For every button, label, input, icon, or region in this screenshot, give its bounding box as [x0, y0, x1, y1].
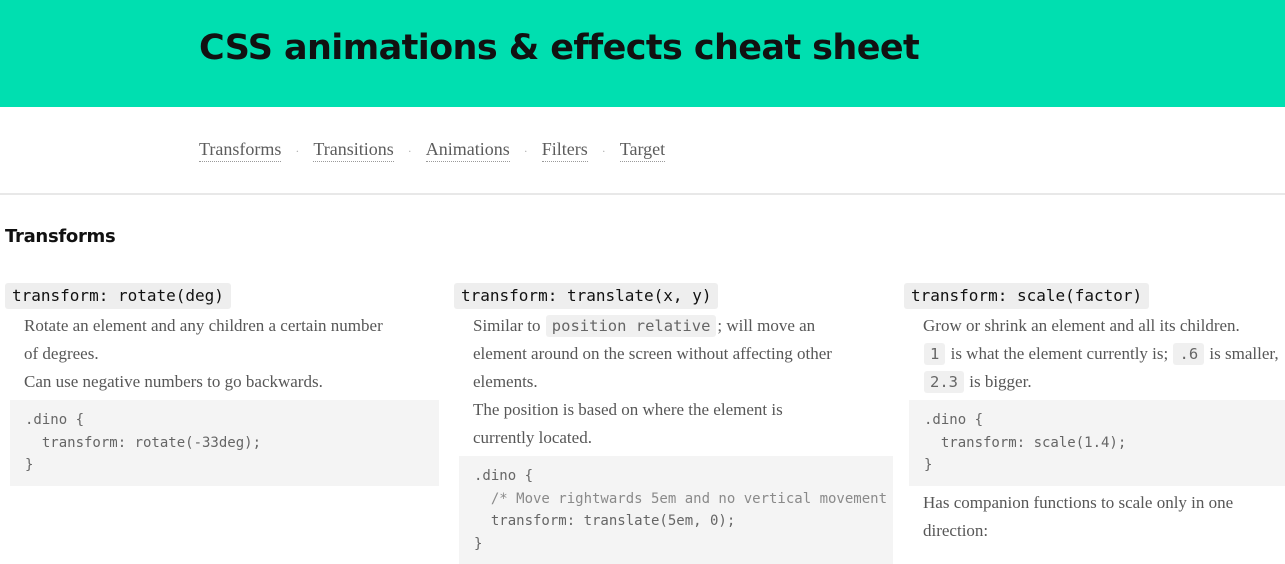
- section-nav: Transforms · Transitions · Animations · …: [0, 107, 1285, 195]
- nav-separator: ·: [295, 144, 300, 158]
- nav-link-transitions[interactable]: Transitions: [313, 139, 394, 162]
- nav-link-filters[interactable]: Filters: [541, 139, 588, 162]
- nav-list: Transforms · Transitions · Animations · …: [199, 139, 666, 162]
- translate-desc-line: element around on the screen without aff…: [473, 344, 832, 363]
- scale-companion-note: Has companion functions to scale only in…: [923, 489, 1285, 545]
- rotate-desc-line: Can use negative numbers to go backwards…: [24, 372, 323, 391]
- scale-desc-text: is bigger.: [969, 372, 1032, 391]
- code-line: .dino {: [924, 412, 984, 428]
- code-line: transform: scale(1.4);: [924, 434, 1127, 451]
- translate-desc-text: Similar to: [473, 316, 541, 335]
- value-06-code: .6: [1173, 343, 1205, 365]
- scale-description: Grow or shrink an element and all its ch…: [923, 312, 1285, 396]
- translate-code-block: .dino { /* Move rightwards 5em and no ve…: [459, 456, 893, 564]
- scale-note-line: Has companion functions to scale only in…: [923, 493, 1234, 512]
- code-comment: /* Move rightwards 5em and no vertical m…: [474, 490, 893, 507]
- code-line: transform: rotate(-33deg);: [25, 434, 262, 451]
- scale-signature: transform: scale(factor): [904, 283, 1150, 309]
- code-line: }: [25, 457, 34, 474]
- scale-code-block: .dino { transform: scale(1.4);}: [909, 400, 1285, 486]
- rotate-desc-line: of degrees.: [24, 344, 99, 363]
- nav-separator: ·: [601, 144, 606, 158]
- translate-desc-text: ; will move an: [717, 316, 816, 335]
- translate-desc-line: elements.: [473, 372, 538, 391]
- value-23-code: 2.3: [924, 371, 964, 393]
- code-line: .dino {: [25, 412, 85, 428]
- nav-link-transforms[interactable]: Transforms: [199, 139, 282, 162]
- scale-desc-line: 1 is what the element currently is; .6 i…: [923, 340, 1285, 368]
- rotate-description: Rotate an element and any children a cer…: [24, 312, 439, 396]
- translate-description: Similar to position relative; will move …: [473, 312, 889, 452]
- scale-desc-line: 2.3 is bigger.: [923, 368, 1285, 396]
- card-translate: transform: translate(x, y) Similar to po…: [454, 283, 893, 564]
- code-line: }: [474, 535, 483, 552]
- header-banner: CSS animations & effects cheat sheet: [0, 0, 1285, 107]
- section-title-transforms: Transforms: [5, 226, 116, 247]
- code-line: transform: translate(5em, 0);: [474, 513, 736, 530]
- nav-separator: ·: [523, 144, 528, 158]
- nav-separator: ·: [407, 144, 412, 158]
- rotate-desc-line: Rotate an element and any children a cer…: [24, 316, 383, 335]
- scale-desc-text: is what the element currently is;: [950, 344, 1169, 363]
- page-title: CSS animations & effects cheat sheet: [199, 28, 920, 68]
- nav-link-target[interactable]: Target: [619, 139, 666, 162]
- value-1-code: 1: [924, 343, 946, 365]
- scale-desc-text: is smaller,: [1209, 344, 1279, 363]
- translate-desc-line: Similar to position relative; will move …: [473, 312, 889, 340]
- code-line: .dino {: [474, 468, 534, 484]
- translate-desc-line: currently located.: [473, 428, 592, 447]
- code-line: }: [924, 457, 933, 474]
- translate-desc-line: The position is based on where the eleme…: [473, 400, 783, 419]
- rotate-code-block: .dino { transform: rotate(-33deg);}: [10, 400, 439, 486]
- translate-signature: transform: translate(x, y): [454, 283, 719, 309]
- scale-desc-line: Grow or shrink an element and all its ch…: [923, 316, 1240, 335]
- nav-link-animations[interactable]: Animations: [425, 139, 510, 162]
- scale-note-line: direction:: [923, 521, 989, 540]
- position-relative-code: position relative: [545, 315, 717, 337]
- card-scale: transform: scale(factor) Grow or shrink …: [904, 283, 1285, 545]
- card-rotate: transform: rotate(deg) Rotate an element…: [5, 283, 439, 486]
- rotate-signature: transform: rotate(deg): [5, 283, 231, 309]
